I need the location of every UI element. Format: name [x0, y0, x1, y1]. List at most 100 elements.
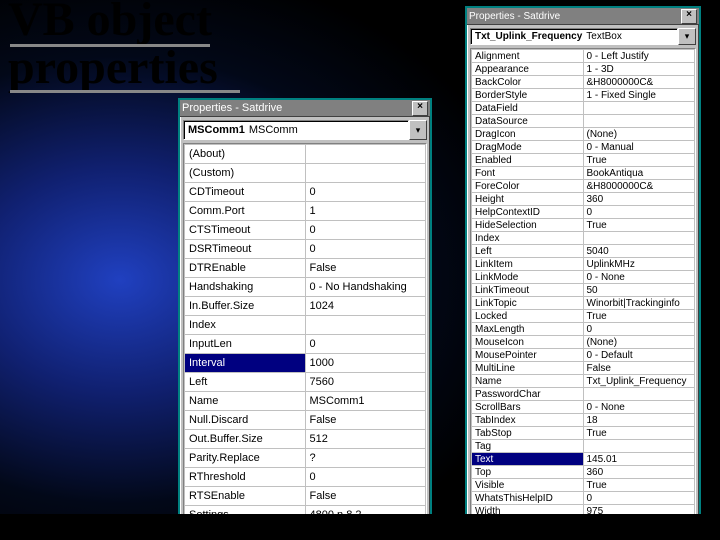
property-name[interactable]: DragIcon	[472, 128, 584, 141]
property-value[interactable]: MSComm1	[305, 392, 426, 411]
property-value[interactable]: 1000	[305, 354, 426, 373]
property-row[interactable]: WhatsThisHelpID0	[472, 492, 695, 505]
property-name[interactable]: Index	[472, 232, 584, 245]
property-name[interactable]: PasswordChar	[472, 388, 584, 401]
property-row[interactable]: Left5040	[472, 245, 695, 258]
property-row[interactable]: Top360	[472, 466, 695, 479]
property-row[interactable]: Index	[185, 316, 426, 335]
property-row[interactable]: Index	[472, 232, 695, 245]
property-value[interactable]: 18	[583, 414, 695, 427]
property-value[interactable]: 0	[305, 221, 426, 240]
property-row[interactable]: Interval1000	[185, 354, 426, 373]
property-row[interactable]: DataField	[472, 102, 695, 115]
property-value[interactable]	[305, 164, 426, 183]
property-value[interactable]: UplinkMHz	[583, 258, 695, 271]
property-row[interactable]: TabStopTrue	[472, 427, 695, 440]
property-name[interactable]: InputLen	[185, 335, 306, 354]
property-value[interactable]: 145.01	[583, 453, 695, 466]
property-value[interactable]	[583, 232, 695, 245]
property-row[interactable]: Out.Buffer.Size512	[185, 430, 426, 449]
property-name[interactable]: MaxLength	[472, 323, 584, 336]
property-value[interactable]: 5040	[583, 245, 695, 258]
property-value[interactable]: 0	[583, 206, 695, 219]
property-value[interactable]: False	[305, 411, 426, 430]
property-value[interactable]	[305, 316, 426, 335]
property-name[interactable]: Out.Buffer.Size	[185, 430, 306, 449]
property-name[interactable]: WhatsThisHelpID	[472, 492, 584, 505]
property-name[interactable]: HideSelection	[472, 219, 584, 232]
property-name[interactable]: Visible	[472, 479, 584, 492]
property-grid[interactable]: Alignment0 - Left JustifyAppearance1 - 3…	[470, 48, 696, 519]
property-name[interactable]: Index	[185, 316, 306, 335]
property-name[interactable]: Interval	[185, 354, 306, 373]
property-value[interactable]: 1024	[305, 297, 426, 316]
close-icon[interactable]: ×	[681, 9, 697, 24]
property-row[interactable]: LinkTopicWinorbit|Trackinginfo	[472, 297, 695, 310]
property-name[interactable]: (About)	[185, 145, 306, 164]
property-row[interactable]: NameTxt_Uplink_Frequency	[472, 375, 695, 388]
property-value[interactable]: False	[305, 259, 426, 278]
property-name[interactable]: (Custom)	[185, 164, 306, 183]
property-value[interactable]: 512	[305, 430, 426, 449]
property-name[interactable]: Tag	[472, 440, 584, 453]
property-name[interactable]: Enabled	[472, 154, 584, 167]
property-value[interactable]: 0	[305, 240, 426, 259]
property-row[interactable]: Parity.Replace?	[185, 449, 426, 468]
property-value[interactable]: True	[583, 219, 695, 232]
property-row[interactable]: Text145.01	[472, 453, 695, 466]
property-value[interactable]: 7560	[305, 373, 426, 392]
property-value[interactable]: 0 - None	[583, 271, 695, 284]
property-name[interactable]: BorderStyle	[472, 89, 584, 102]
property-value[interactable]	[583, 440, 695, 453]
property-name[interactable]: Text	[472, 453, 584, 466]
object-combobox[interactable]: MSComm1 MSComm ▾	[183, 120, 427, 140]
property-row[interactable]: BackColor&H8000000C&	[472, 76, 695, 89]
property-row[interactable]: LinkItemUplinkMHz	[472, 258, 695, 271]
property-row[interactable]: VisibleTrue	[472, 479, 695, 492]
property-value[interactable]: 1 - 3D	[583, 63, 695, 76]
titlebar[interactable]: Properties - Satdrive ×	[180, 100, 430, 117]
property-value[interactable]	[583, 102, 695, 115]
property-value[interactable]: (None)	[583, 128, 695, 141]
property-value[interactable]: True	[583, 479, 695, 492]
property-name[interactable]: Alignment	[472, 50, 584, 63]
property-name[interactable]: MouseIcon	[472, 336, 584, 349]
property-row[interactable]: LockedTrue	[472, 310, 695, 323]
property-row[interactable]: HideSelectionTrue	[472, 219, 695, 232]
property-row[interactable]: DragMode0 - Manual	[472, 141, 695, 154]
property-row[interactable]: DSRTimeout0	[185, 240, 426, 259]
property-value[interactable]	[583, 388, 695, 401]
property-name[interactable]: Name	[472, 375, 584, 388]
property-row[interactable]: CDTimeout0	[185, 183, 426, 202]
property-row[interactable]: Null.DiscardFalse	[185, 411, 426, 430]
property-name[interactable]: TabStop	[472, 427, 584, 440]
property-row[interactable]: InputLen0	[185, 335, 426, 354]
close-icon[interactable]: ×	[412, 101, 428, 116]
property-row[interactable]: EnabledTrue	[472, 154, 695, 167]
object-combobox[interactable]: Txt_Uplink_Frequency TextBox ▾	[470, 28, 696, 45]
property-value[interactable]: 1 - Fixed Single	[583, 89, 695, 102]
property-name[interactable]: ForeColor	[472, 180, 584, 193]
property-name[interactable]: DataField	[472, 102, 584, 115]
property-row[interactable]: Alignment0 - Left Justify	[472, 50, 695, 63]
property-row[interactable]: CTSTimeout0	[185, 221, 426, 240]
property-row[interactable]: RTSEnableFalse	[185, 487, 426, 506]
property-name[interactable]: Locked	[472, 310, 584, 323]
property-value[interactable]: 0 - Left Justify	[583, 50, 695, 63]
property-name[interactable]: DTREnable	[185, 259, 306, 278]
property-name[interactable]: LinkItem	[472, 258, 584, 271]
property-name[interactable]: MousePointer	[472, 349, 584, 362]
property-row[interactable]: Comm.Port1	[185, 202, 426, 221]
property-row[interactable]: DataSource	[472, 115, 695, 128]
property-name[interactable]: In.Buffer.Size	[185, 297, 306, 316]
property-row[interactable]: DragIcon(None)	[472, 128, 695, 141]
property-row[interactable]: (Custom)	[185, 164, 426, 183]
property-value[interactable]: (None)	[583, 336, 695, 349]
property-name[interactable]: HelpContextID	[472, 206, 584, 219]
property-value[interactable]: &H8000000C&	[583, 76, 695, 89]
property-row[interactable]: PasswordChar	[472, 388, 695, 401]
property-value[interactable]: False	[583, 362, 695, 375]
property-value[interactable]: BookAntiqua	[583, 167, 695, 180]
property-row[interactable]: MouseIcon(None)	[472, 336, 695, 349]
property-row[interactable]: (About)	[185, 145, 426, 164]
